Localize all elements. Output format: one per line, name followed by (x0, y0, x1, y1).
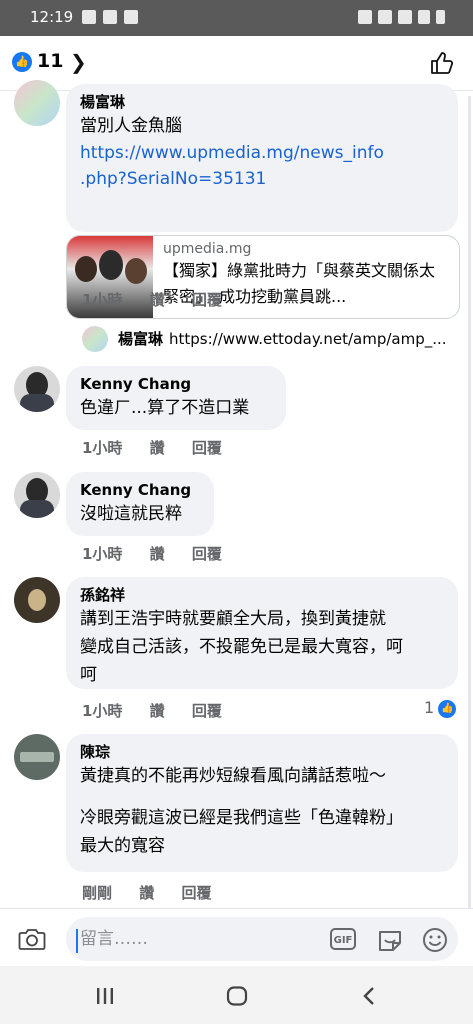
reaction-count-value: 1 (424, 698, 435, 717)
comment-composer: 留言…… GIF (0, 908, 473, 967)
chevron-right-icon[interactable]: ❯ (70, 50, 87, 74)
comment-author[interactable]: Kenny Chang (80, 374, 272, 394)
comment-input-placeholder: 留言…… (80, 929, 148, 949)
like-count: 11 (37, 50, 64, 72)
check-icon (124, 10, 138, 24)
avatar[interactable] (14, 366, 60, 412)
comment-author[interactable]: Kenny Chang (80, 480, 200, 500)
comment-time: 1小時 (82, 545, 123, 563)
comment-bubble: 陳琮 黃捷真的不能再炒短線看風向講話惹啦～ 冷眼旁觀這波已經是我們這些「色違韓粉… (66, 734, 458, 872)
gif-icon[interactable]: GIF (330, 928, 356, 950)
gallery-icon (82, 10, 96, 24)
comment-actions: 1小時 讚 回覆 (82, 289, 244, 310)
vibrate-icon (378, 10, 392, 24)
home-icon[interactable] (226, 986, 248, 1006)
comment-text: 講到王浩宇時就要顧全大局，換到黃捷就 (80, 609, 386, 629)
avatar[interactable] (14, 577, 60, 623)
comment-text: 冷眼旁觀這波已經是我們這些「色違韓粉」 (80, 808, 403, 828)
comment-link[interactable]: https://www.upmedia.mg/news_info (80, 140, 444, 166)
comment-text: 呵 (80, 665, 97, 685)
comment-author[interactable]: 陳琮 (80, 742, 444, 762)
reply-author: 楊富琳 (118, 330, 164, 348)
comment-text: 黃捷真的不能再炒短線看風向講話惹啦～ (80, 766, 386, 786)
like-reaction-icon: 👍 (12, 52, 32, 72)
avatar[interactable] (14, 734, 60, 780)
like-outline-icon[interactable] (429, 50, 455, 76)
battery-icon (436, 10, 445, 24)
comment-actions: 1小時 讚 回覆 (82, 437, 244, 458)
avatar[interactable] (82, 326, 108, 352)
like-reaction-icon: 👍 (438, 699, 457, 718)
avatar[interactable] (14, 472, 60, 518)
comment-text: 色違ㄏ...算了不造口業 (80, 398, 250, 418)
alarm-icon (358, 10, 372, 24)
comment-text: 沒啦這就民粹 (80, 504, 182, 524)
comment-bubble: 孫銘祥 講到王浩宇時就要顧全大局，換到黃捷就 變成自己活該，不投罷免已是最大寬容… (66, 577, 458, 689)
reply-preview[interactable]: 楊富琳 https://www.ettoday.net/amp/amp_... (118, 328, 458, 358)
like-button[interactable]: 讚 (150, 702, 165, 720)
like-button[interactable]: 讚 (139, 884, 154, 902)
status-bar: 12:19 (0, 0, 473, 36)
comment-text: 當別人金魚腦 (80, 116, 182, 136)
comment-time: 1小時 (82, 702, 123, 720)
reply-button[interactable]: 回覆 (192, 702, 222, 720)
comment-text: 最大的寬容 (80, 836, 165, 856)
comment-actions: 1小時 讚 回覆 (82, 543, 244, 564)
comment-reaction-count[interactable]: 1 👍 (424, 698, 457, 718)
status-time: 12:19 (30, 8, 74, 26)
like-button[interactable]: 讚 (150, 545, 165, 563)
like-button[interactable]: 讚 (150, 439, 165, 457)
scrollbar[interactable] (468, 96, 471, 936)
comment-link[interactable]: .php?SerialNo=35131 (80, 166, 444, 192)
comment-author[interactable]: 楊富琳 (80, 92, 444, 112)
like-button[interactable]: 讚 (150, 291, 165, 309)
comment-time: 1小時 (82, 291, 123, 309)
reactions-header[interactable]: 👍 11 ❯ (0, 36, 473, 91)
comment-time: 1小時 (82, 439, 123, 457)
data-icon (398, 10, 412, 24)
comment-actions: 剛剛 讚 回覆 (82, 882, 234, 903)
comment-bubble: 楊富琳 當別人金魚腦 https://www.upmedia.mg/news_i… (66, 84, 458, 232)
camera-icon[interactable] (18, 927, 46, 951)
comments-sheet: 👍 11 ❯ 楊富琳 當別人金魚腦 https://www.upmedia.mg… (0, 36, 473, 1024)
reply-button[interactable]: 回覆 (192, 291, 222, 309)
recent-apps-icon[interactable] (95, 987, 115, 1005)
text-cursor (76, 929, 78, 953)
signal-icon (418, 10, 430, 24)
reply-button[interactable]: 回覆 (192, 545, 222, 563)
reply-text: https://www.ettoday.net/amp/amp_... (169, 330, 447, 348)
comment-bubble: Kenny Chang 色違ㄏ...算了不造口業 (66, 366, 286, 430)
comment-author[interactable]: 孫銘祥 (80, 585, 444, 605)
comment-actions: 1小時 讚 回覆 (82, 700, 244, 721)
avatar[interactable] (14, 80, 60, 126)
back-icon[interactable] (362, 986, 376, 1006)
comment-text: 變成自己活該，不投罷免已是最大寬容，呵 (80, 637, 403, 657)
reply-button[interactable]: 回覆 (182, 884, 212, 902)
system-nav-bar (0, 966, 473, 1024)
linkedin-icon (103, 10, 117, 24)
emoji-icon[interactable] (422, 927, 448, 953)
sticker-icon[interactable] (377, 927, 403, 953)
comment-time: 剛剛 (82, 884, 113, 902)
comment-bubble: Kenny Chang 沒啦這就民粹 (66, 472, 214, 536)
reply-button[interactable]: 回覆 (192, 439, 222, 457)
preview-domain: upmedia.mg (163, 241, 252, 257)
